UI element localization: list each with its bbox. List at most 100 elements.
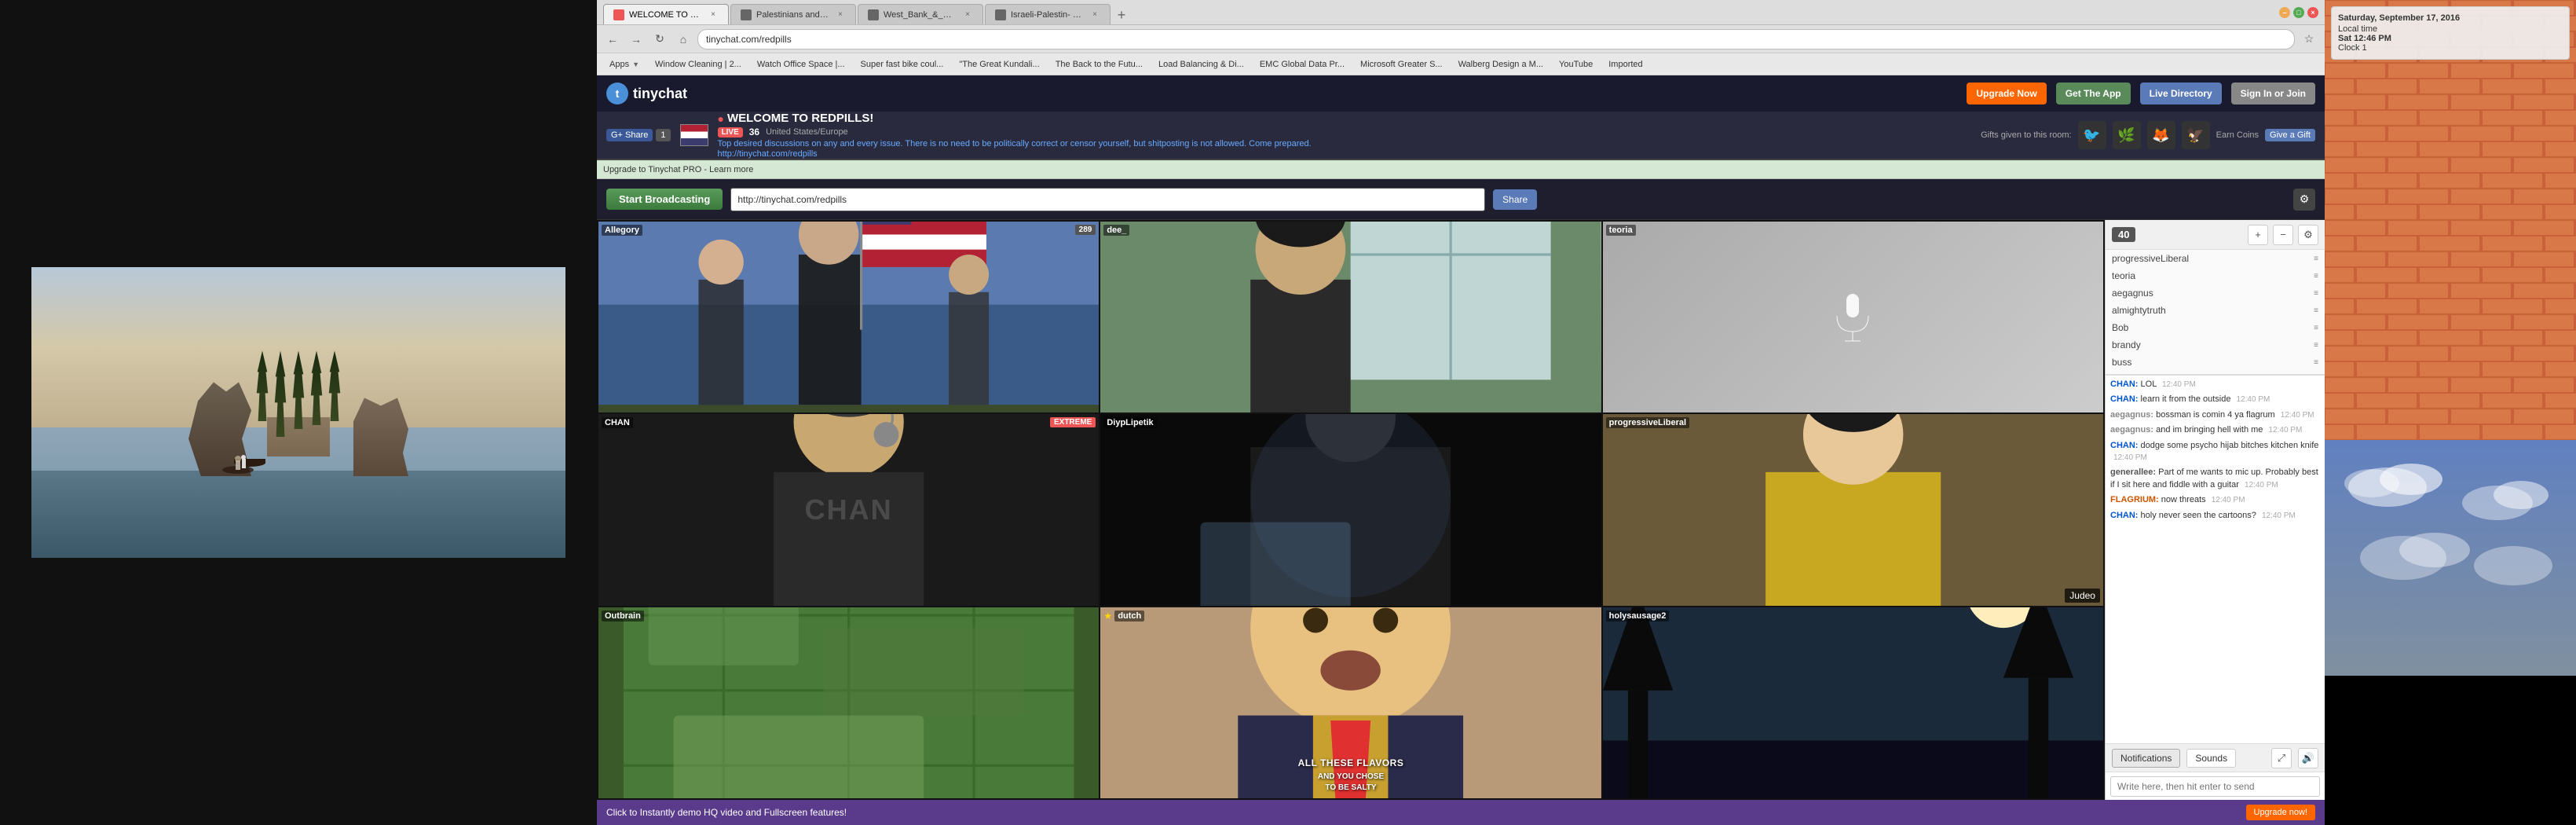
chat-settings-button[interactable]: ⚙ <box>2298 225 2318 245</box>
user-item-brandy[interactable]: brandy ≡ <box>2106 336 2325 354</box>
bookmark-wo-label: Watch Office Space |... <box>757 60 845 69</box>
nav-back-button[interactable]: ← <box>603 30 622 49</box>
bookmark-ms-label: Microsoft Greater S... <box>1360 60 1443 69</box>
video-cell-teoria[interactable]: teoria <box>1603 222 2103 412</box>
video-cell-chan[interactable]: CHAN CHAN EXTREME <box>598 414 1099 605</box>
chat-zoom-in-button[interactable]: + <box>2248 225 2268 245</box>
bookmark-window-cleaning[interactable]: Window Cleaning | 2... <box>649 56 748 73</box>
bookmark-great-kundali[interactable]: "The Great Kundali... <box>953 56 1045 73</box>
sounds-tab[interactable]: Sounds <box>2186 749 2236 768</box>
user-list: progressiveLiberal ≡ teoria ≡ aegagnus ≡ <box>2106 250 2325 376</box>
video-cell-diyp[interactable]: DiypLipetik <box>1100 414 1601 605</box>
user-item-aegagnus[interactable]: aegagnus ≡ <box>2106 284 2325 302</box>
get-app-button[interactable]: Get The App <box>2056 82 2131 104</box>
video-label-progressive: progressiveLiberal <box>1606 417 1689 428</box>
window-maximize[interactable]: □ <box>2293 7 2304 18</box>
broadcast-settings-button[interactable]: ⚙ <box>2293 189 2315 211</box>
user-name-almightytruth: almightytruth <box>2112 305 2166 316</box>
chat-expand-button[interactable]: ⤢ <box>2271 748 2292 768</box>
gift-plant: 🌿 <box>2113 121 2141 149</box>
bookmark-watch-office[interactable]: Watch Office Space |... <box>751 56 851 73</box>
browser-title-bar: WELCOME TO REDPILLS! × Palestinians and … <box>597 0 2325 25</box>
msg-user-generallee: generallee: <box>2110 468 2156 477</box>
msg-text-4: dodge some psycho hijab bitches kitchen … <box>2141 441 2319 450</box>
bookmark-load-balancing[interactable]: Load Balancing & Di... <box>1152 56 1250 73</box>
user-item-progressiveliberal[interactable]: progressiveLiberal ≡ <box>2106 250 2325 267</box>
facebook-share-button[interactable]: G+ Share <box>606 129 653 141</box>
tab-close-israeli[interactable]: × <box>1089 9 1100 20</box>
tab-israeli[interactable]: Israeli-Palestin- Con... × <box>985 4 1111 24</box>
msg-text-2: bossman is comin 4 ya flagrum <box>2156 410 2275 420</box>
user-item-teoria[interactable]: teoria ≡ <box>2106 267 2325 284</box>
tab-close-redpills[interactable]: × <box>708 9 719 20</box>
notifications-tab[interactable]: Notifications <box>2112 749 2180 768</box>
room-meta-row: LIVE 36 United States/Europe <box>718 126 1972 138</box>
chat-msg-0: CHAN: LOL 12:40 PM <box>2110 379 2320 390</box>
bookmark-walberg[interactable]: Walberg Design a M... <box>1452 56 1550 73</box>
bookmark-microsoft[interactable]: Microsoft Greater S... <box>1354 56 1449 73</box>
pro-upgrade-text: Upgrade to Tinychat PRO - Learn more <box>603 165 753 174</box>
window-close[interactable]: × <box>2307 7 2318 18</box>
chat-msg-3: aegagnus: and im bringing hell with me 1… <box>2110 424 2320 436</box>
chat-audio-button[interactable]: 🔊 <box>2298 748 2318 768</box>
address-bar-input[interactable] <box>697 29 2295 50</box>
video-label-diyp: DiypLipetik <box>1103 417 1156 428</box>
chat-zoom-out-button[interactable]: − <box>2273 225 2293 245</box>
bookmark-youtube[interactable]: YouTube <box>1553 56 1599 73</box>
bookmark-back-to-future[interactable]: The Back to the Futu... <box>1049 56 1149 73</box>
nav-forward-button[interactable]: → <box>627 30 646 49</box>
pro-upgrade-banner[interactable]: Upgrade to Tinychat PRO - Learn more <box>597 160 2325 179</box>
user-item-buss[interactable]: buss ≡ <box>2106 354 2325 371</box>
msg-text-0: LOL <box>2141 380 2157 389</box>
msg-user-flagrium: FLAGRIUM: <box>2110 495 2159 504</box>
video-cell-holysausage[interactable]: holysausage2 <box>1603 607 2103 798</box>
live-directory-button[interactable]: Live Directory <box>2140 82 2222 104</box>
bookmark-apps[interactable]: Apps ▼ <box>603 56 646 73</box>
tab-redpills[interactable]: WELCOME TO REDPILLS! × <box>603 4 729 24</box>
user-name-bob: Bob <box>2112 322 2128 333</box>
share-button[interactable]: Share <box>1493 189 1537 210</box>
video-cell-outbrain[interactable]: Outbrain <box>598 607 1099 798</box>
tab-westbank[interactable]: West_Bank_&_Gaza_M... × <box>858 4 983 24</box>
room-flag <box>680 124 708 146</box>
video-cell-allegory[interactable]: Allegory 289 <box>598 222 1099 412</box>
nav-star-button[interactable]: ☆ <box>2300 30 2318 49</box>
sign-in-button[interactable]: Sign In or Join <box>2231 82 2315 104</box>
broadcast-url-input[interactable] <box>730 188 1485 211</box>
msg-time-4: 12:40 PM <box>2113 453 2147 462</box>
msg-time-0: 12:40 PM <box>2162 380 2196 389</box>
upgrade-now-button[interactable]: Upgrade Now <box>1967 82 2046 104</box>
nav-bar: ← → ↻ ⌂ ☆ <box>597 25 2325 53</box>
start-broadcasting-button[interactable]: Start Broadcasting <box>606 189 723 210</box>
gift-raven: 🐦 <box>2078 121 2106 149</box>
bookmark-emc-global[interactable]: EMC Global Data Pr... <box>1253 56 1351 73</box>
user-item-almightytruth[interactable]: almightytruth ≡ <box>2106 302 2325 319</box>
room-url-text[interactable]: http://tinychat.com/redpills <box>718 149 1972 159</box>
upgrade-banner-button[interactable]: Upgrade now! <box>2246 805 2316 820</box>
earn-coins-link[interactable]: Earn Coins <box>2216 130 2259 140</box>
share-buttons: G+ Share 1 <box>606 129 671 141</box>
msg-user-chan-2: CHAN: <box>2110 441 2138 450</box>
bookmark-imported[interactable]: Imported <box>1602 56 1648 73</box>
tab-close-westbank[interactable]: × <box>962 9 973 20</box>
window-minimize[interactable]: – <box>2279 7 2290 18</box>
tab-palestinians[interactable]: Palestinians and p... × <box>730 4 856 24</box>
nav-reload-button[interactable]: ↻ <box>650 30 669 49</box>
new-tab-button[interactable]: + <box>1112 6 1131 24</box>
nav-home-button[interactable]: ⌂ <box>674 30 693 49</box>
bookmark-super-fast[interactable]: Super fast bike coul... <box>854 56 950 73</box>
tab-favicon-westbank <box>868 9 879 20</box>
tinychat-logo-icon: t <box>606 82 628 104</box>
user-name-buss: buss <box>2112 357 2131 368</box>
video-cell-progressive[interactable]: progressiveLiberal Judeo <box>1603 414 2103 605</box>
user-item-bob[interactable]: Bob ≡ <box>2106 319 2325 336</box>
tab-close-palestinians[interactable]: × <box>835 9 846 20</box>
video-cell-dutch[interactable]: ALL THESE FLAVORS AND YOU CHOSE TO BE SA… <box>1100 607 1601 798</box>
bookmark-bf-label: The Back to the Futu... <box>1056 60 1143 69</box>
video-cell-dee[interactable]: dee_ <box>1100 222 1601 412</box>
bookmark-gk-label: "The Great Kundali... <box>959 60 1039 69</box>
chat-input-field[interactable] <box>2110 776 2320 797</box>
msg-time-3: 12:40 PM <box>2269 426 2303 434</box>
video-label-allegory: Allegory <box>602 225 642 236</box>
give-gift-button[interactable]: Give a Gift <box>2265 129 2315 141</box>
